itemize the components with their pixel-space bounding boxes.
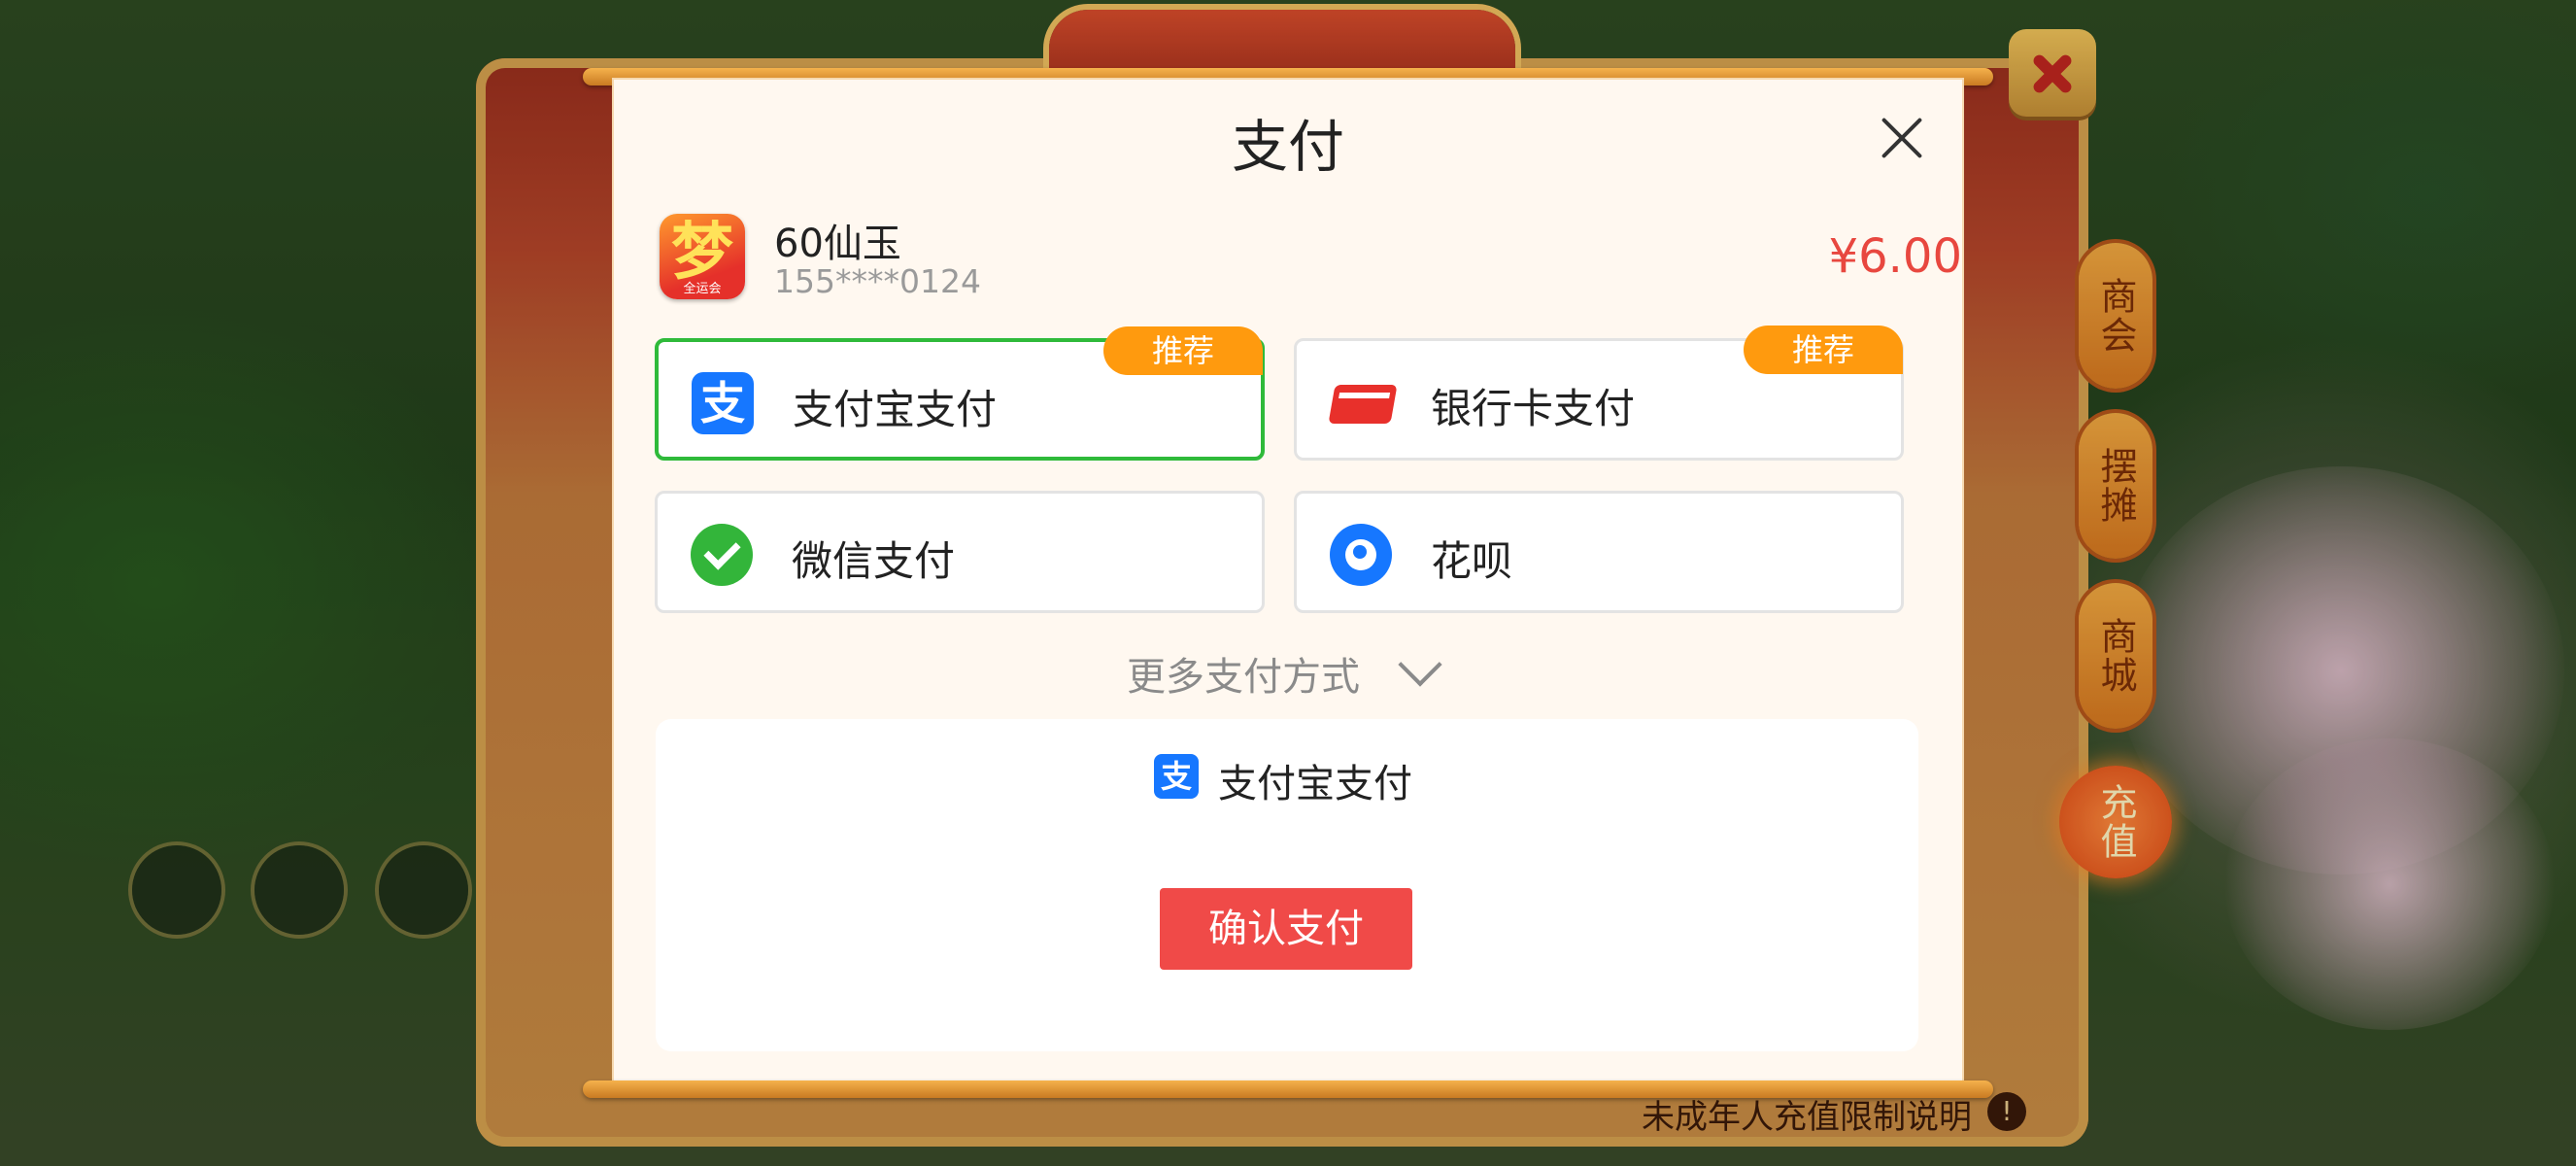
price: ¥6.00 — [1828, 229, 1962, 284]
game-app-icon: 梦 全运会 — [660, 214, 745, 299]
payment-option-label: 支付宝支付 — [793, 386, 998, 433]
selected-method-label: 支付宝支付 — [1218, 762, 1412, 806]
payment-option-alipay[interactable]: 支 支付宝支付 推荐 — [655, 326, 1265, 461]
app-icon-subtext: 全运会 — [683, 282, 722, 296]
scroll-rod-bottom — [583, 1080, 1993, 1098]
payment-option-wechat[interactable]: 微信支付 — [655, 491, 1265, 613]
bank-card-icon — [1328, 371, 1398, 433]
product-name: 60仙玉 — [774, 222, 901, 266]
payment-option-huabei[interactable]: 花呗 — [1294, 491, 1904, 613]
huabei-icon — [1330, 524, 1392, 586]
recommend-badge: 推荐 — [1744, 326, 1903, 374]
account-number: 155****0124 — [774, 262, 981, 300]
alipay-icon: 支 — [1154, 754, 1199, 799]
more-payment-methods-link[interactable]: 更多支付方式 — [1127, 645, 1360, 702]
payment-option-label: 花呗 — [1431, 537, 1513, 585]
payment-option-label: 银行卡支付 — [1431, 385, 1636, 432]
recommend-badge: 推荐 — [1103, 326, 1263, 375]
payment-option-bank-card[interactable]: 银行卡支付 推荐 — [1294, 326, 1904, 461]
wechat-pay-icon — [691, 524, 753, 586]
alipay-icon: 支 — [692, 372, 754, 434]
confirm-payment-button[interactable]: 确认支付 — [1160, 888, 1412, 970]
app-icon-glyph: 梦 — [671, 216, 733, 289]
dialog-title: 支付 — [1231, 114, 1344, 180]
close-icon[interactable] — [1881, 117, 1923, 159]
payment-option-label: 微信支付 — [792, 537, 956, 585]
